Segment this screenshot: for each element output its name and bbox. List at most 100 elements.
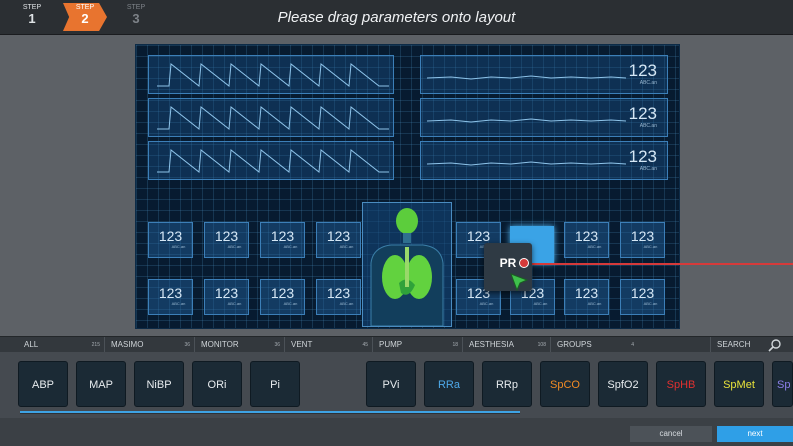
- numeric-slot[interactable]: 123ABC.an: [204, 222, 249, 258]
- search-icon[interactable]: [768, 338, 782, 352]
- parameter-palette: ABP MAP NiBP ORi Pi PVi RRa RRp SpCO Spf…: [0, 352, 793, 418]
- filter-label: MASIMO: [111, 340, 144, 349]
- filter-tab-pump[interactable]: PUMP 18: [372, 337, 462, 353]
- waveform-slot-left-2[interactable]: [148, 98, 394, 137]
- anatomy-panel: [362, 202, 452, 327]
- ventilator-waveform-icon: [157, 106, 389, 130]
- slot-unit: ABC.an: [643, 301, 658, 306]
- waveform-slot-right-1[interactable]: 123 ABC.an: [420, 55, 668, 94]
- waveform-slot-left-1[interactable]: [148, 55, 394, 94]
- slot-value: 123: [574, 228, 599, 244]
- waveform-unit: ABC.an: [639, 80, 657, 86]
- numeric-slot[interactable]: 123ABC.an: [148, 222, 193, 258]
- waveform-value: 123: [628, 147, 657, 166]
- slot-unit: ABC.an: [283, 301, 298, 306]
- ventilator-waveform-icon: [157, 149, 389, 173]
- parameter-chip-spmet[interactable]: SpMet: [714, 361, 764, 407]
- filter-count: 36: [274, 342, 280, 348]
- slot-value: 123: [630, 228, 655, 244]
- filter-label: PUMP: [379, 340, 403, 349]
- drag-anchor-dot: [519, 258, 529, 268]
- waveform-unit: ABC.an: [639, 123, 657, 129]
- numeric-slot[interactable]: 123ABC.an: [620, 279, 665, 315]
- filter-tab-aesthesia[interactable]: AESTHESIA 108: [462, 337, 550, 353]
- parameter-chip-sphb[interactable]: SpHB: [656, 361, 706, 407]
- slot-value: 123: [158, 285, 183, 301]
- slot-unit: ABC.an: [171, 301, 186, 306]
- parameter-chip-map[interactable]: MAP: [76, 361, 126, 407]
- next-button[interactable]: next: [717, 426, 793, 442]
- filter-tab-all[interactable]: ALL 215: [18, 337, 104, 353]
- parameter-chip-rra[interactable]: RRa: [424, 361, 474, 407]
- numeric-slot[interactable]: 123ABC.an: [148, 279, 193, 315]
- slot-unit: ABC.an: [339, 244, 354, 249]
- filter-label: GROUPS: [557, 340, 592, 349]
- slot-unit: ABC.an: [339, 301, 354, 306]
- filter-tab-masimo[interactable]: MASIMO 36: [104, 337, 194, 353]
- slot-value: 123: [270, 285, 295, 301]
- search-input[interactable]: SEARCH: [710, 337, 782, 353]
- parameter-chip-abp[interactable]: ABP: [18, 361, 68, 407]
- parameter-chip-spco[interactable]: SpCO: [540, 361, 590, 407]
- category-filter-bar: ALL 215 MASIMO 36 MONITOR 36 VENT 45 PUMP 18 …: [0, 336, 793, 353]
- slot-unit: ABC.an: [587, 244, 602, 249]
- slot-value: 123: [326, 285, 351, 301]
- waveform-slot-right-3[interactable]: 123 ABC.an: [420, 141, 668, 180]
- parameter-chip-nibp[interactable]: NiBP: [134, 361, 184, 407]
- cursor-arrow-icon: [510, 273, 528, 291]
- parameter-chip-sp-partial[interactable]: Sp: [772, 361, 793, 407]
- filter-count: 108: [537, 342, 546, 348]
- drag-connector-line: [524, 263, 793, 265]
- wizard-header: STEP 1 STEP 2 STEP 3 Please drag paramet…: [0, 0, 793, 35]
- slot-value: 123: [466, 228, 491, 244]
- slot-unit: ABC.an: [227, 301, 242, 306]
- filter-count: 36: [184, 342, 190, 348]
- filter-count: 45: [362, 342, 368, 348]
- parameter-chip-ori[interactable]: ORi: [192, 361, 242, 407]
- waveform-value: 123: [628, 61, 657, 80]
- slot-unit: ABC.an: [587, 301, 602, 306]
- waveform-unit: ABC.an: [639, 166, 657, 172]
- slot-unit: ABC.an: [479, 301, 494, 306]
- filter-label: MONITOR: [201, 340, 239, 349]
- slot-value: 123: [630, 285, 655, 301]
- numeric-slot[interactable]: 123ABC.an: [316, 222, 361, 258]
- slot-value: 123: [214, 228, 239, 244]
- parameter-chip-pvi[interactable]: PVi: [366, 361, 416, 407]
- numeric-slot[interactable]: 123ABC.an: [620, 222, 665, 258]
- filter-tab-groups[interactable]: GROUPS 4: [550, 337, 638, 353]
- numeric-slot[interactable]: 123ABC.an: [316, 279, 361, 315]
- cancel-button[interactable]: cancel: [630, 426, 712, 442]
- page-title: Please drag parameters onto layout: [277, 9, 516, 26]
- filter-label: VENT: [291, 340, 313, 349]
- slot-value: 123: [574, 285, 599, 301]
- filter-tab-monitor[interactable]: MONITOR 36: [194, 337, 284, 353]
- waveform-slot-right-2[interactable]: 123 ABC.an: [420, 98, 668, 137]
- filter-count: 4: [631, 342, 634, 348]
- filter-count: 215: [91, 342, 100, 348]
- numeric-slot[interactable]: 123ABC.an: [204, 279, 249, 315]
- parameter-chip-rrp[interactable]: RRp: [482, 361, 532, 407]
- filter-label: AESTHESIA: [469, 340, 514, 349]
- slot-value: 123: [270, 228, 295, 244]
- slot-unit: ABC.an: [533, 301, 548, 306]
- slot-value: 123: [158, 228, 183, 244]
- slot-unit: ABC.an: [227, 244, 242, 249]
- filter-tab-vent[interactable]: VENT 45: [284, 337, 372, 353]
- waveform-value: 123: [628, 104, 657, 123]
- parameter-chip-pi[interactable]: Pi: [250, 361, 300, 407]
- numeric-slot[interactable]: 123ABC.an: [564, 279, 609, 315]
- layout-canvas[interactable]: 123 ABC.an 123 ABC.an 123 ABC.an 123 ABC.…: [135, 44, 680, 329]
- search-placeholder: SEARCH: [717, 340, 751, 349]
- numeric-slot[interactable]: 123ABC.an: [260, 279, 305, 315]
- filter-count: 18: [452, 342, 458, 348]
- palette-scrollbar-thumb[interactable]: [20, 411, 520, 413]
- numeric-slot[interactable]: 123ABC.an: [260, 222, 305, 258]
- slot-unit: ABC.an: [643, 244, 658, 249]
- waveform-slot-left-3[interactable]: [148, 141, 394, 180]
- human-anatomy-icon: [370, 208, 444, 327]
- slot-unit: ABC.an: [171, 244, 186, 249]
- parameter-chip-spfo2[interactable]: SpfO2: [598, 361, 648, 407]
- slot-unit: ABC.an: [283, 244, 298, 249]
- numeric-slot[interactable]: 123ABC.an: [564, 222, 609, 258]
